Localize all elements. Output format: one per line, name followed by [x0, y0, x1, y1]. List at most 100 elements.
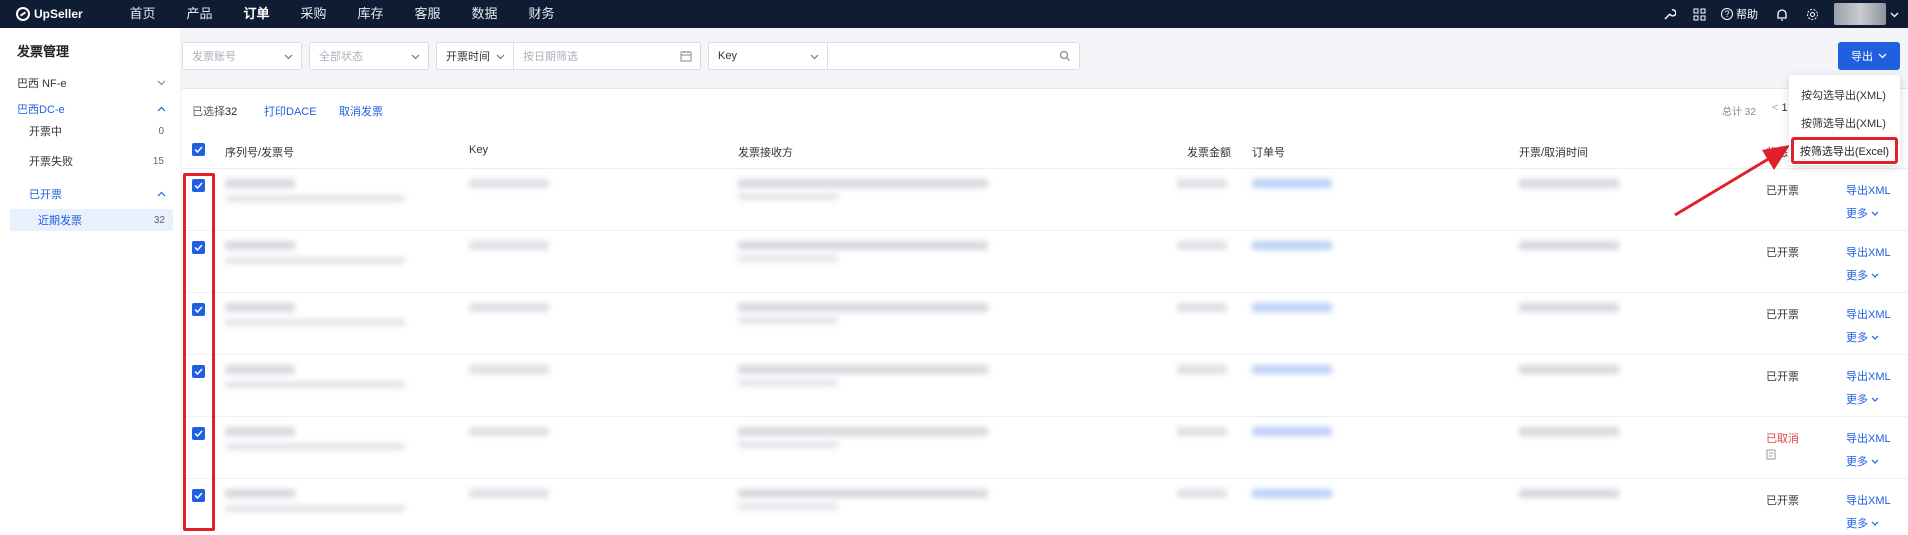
chevron-down-icon: [1871, 331, 1879, 343]
search-input[interactable]: [827, 42, 1080, 70]
redacted-serial: [225, 365, 295, 374]
sidebar-item-recent[interactable]: 近期发票 32: [10, 209, 173, 231]
key-type-select[interactable]: Key: [708, 42, 828, 70]
nav-item-orders[interactable]: 订单: [228, 0, 285, 28]
search-icon[interactable]: [1059, 50, 1071, 65]
nav-item-purchase[interactable]: 采购: [285, 0, 342, 28]
redacted-key: [469, 489, 549, 498]
menu-item-export-selected-xml[interactable]: 按勾选导出(XML): [1801, 87, 1886, 103]
chevron-up-icon: [157, 188, 166, 200]
invoice-account-select[interactable]: 发票账号: [182, 42, 302, 70]
chevron-down-icon: [284, 51, 293, 63]
table-row: 已取消 导出XML 更多: [182, 417, 1908, 479]
sidebar-group-dce[interactable]: 巴西DC-e: [0, 98, 180, 120]
redacted-invoice-number: [225, 319, 405, 326]
main-nav: 首页 产品 订单 采购 库存 客服 数据 财务: [114, 0, 570, 28]
note-icon[interactable]: [1766, 449, 1776, 463]
menu-item-export-filtered-excel[interactable]: 按筛选导出(Excel): [1791, 137, 1898, 164]
menu-item-export-filtered-xml[interactable]: 按筛选导出(XML): [1801, 115, 1886, 131]
export-xml-link[interactable]: 导出XML: [1846, 182, 1891, 198]
select-all-checkbox[interactable]: [192, 143, 205, 156]
redacted-receiver-detail: [738, 317, 838, 324]
select-placeholder: 发票账号: [192, 51, 236, 63]
redacted-time: [1519, 303, 1619, 312]
redacted-order-link[interactable]: [1252, 489, 1332, 498]
redacted-receiver: [738, 303, 988, 312]
table-row: 已开票 导出XML 更多: [182, 479, 1908, 535]
nav-item-finance[interactable]: 财务: [513, 0, 570, 28]
select-value: 开票时间: [446, 51, 490, 63]
redacted-amount: [1177, 365, 1227, 374]
cancel-invoice-button[interactable]: 取消发票: [339, 103, 383, 119]
nav-item-service[interactable]: 客服: [399, 0, 456, 28]
redacted-invoice-number: [225, 505, 405, 512]
wrench-icon[interactable]: [1661, 6, 1677, 22]
export-xml-link[interactable]: 导出XML: [1846, 492, 1891, 508]
export-xml-link[interactable]: 导出XML: [1846, 244, 1891, 260]
time-type-select[interactable]: 开票时间: [436, 42, 514, 70]
redacted-serial: [225, 179, 295, 188]
redacted-order-link[interactable]: [1252, 303, 1332, 312]
sidebar-item-count: 32: [153, 214, 165, 226]
redacted-order-link[interactable]: [1252, 427, 1332, 436]
more-actions-button[interactable]: 更多: [1846, 205, 1879, 221]
redacted-key: [469, 303, 549, 312]
redacted-order-link[interactable]: [1252, 179, 1332, 188]
redacted-invoice-number: [225, 195, 405, 202]
brand-logo[interactable]: UpSeller: [16, 7, 114, 21]
sidebar-item-failed[interactable]: 开票失败 15: [0, 150, 180, 172]
redacted-receiver: [738, 427, 988, 436]
chevron-down-icon: [810, 51, 819, 63]
question-icon: ?: [1721, 8, 1733, 20]
apps-grid-icon[interactable]: [1691, 6, 1707, 22]
table-row: 已开票 导出XML 更多: [182, 169, 1908, 231]
more-actions-button[interactable]: 更多: [1846, 391, 1879, 407]
more-actions-button[interactable]: 更多: [1846, 329, 1879, 345]
sidebar: 发票管理 巴西 NF-e 巴西DC-e 开票中 0 开票失败 15 已开票 近期…: [0, 28, 180, 535]
redacted-order-link[interactable]: [1252, 365, 1332, 374]
sidebar-group-issued[interactable]: 已开票: [0, 183, 180, 205]
export-xml-link[interactable]: 导出XML: [1846, 306, 1891, 322]
sidebar-group-label: 巴西 NF-e: [17, 78, 67, 90]
sidebar-item-issuing[interactable]: 开票中 0: [0, 120, 180, 142]
print-dace-button[interactable]: 打印DACE: [264, 103, 317, 119]
export-button[interactable]: 导出: [1838, 42, 1900, 70]
redacted-time: [1519, 365, 1619, 374]
gear-icon[interactable]: [1804, 6, 1820, 22]
redacted-invoice-number: [225, 381, 405, 388]
nav-item-data[interactable]: 数据: [456, 0, 513, 28]
export-xml-link[interactable]: 导出XML: [1846, 430, 1891, 446]
avatar[interactable]: [1834, 3, 1886, 25]
redacted-receiver: [738, 179, 988, 188]
sidebar-group-nfe[interactable]: 巴西 NF-e: [0, 72, 180, 94]
redacted-receiver: [738, 365, 988, 374]
nav-item-products[interactable]: 产品: [171, 0, 228, 28]
redacted-amount: [1177, 241, 1227, 250]
chevron-down-icon: [1871, 393, 1879, 405]
help-button[interactable]: ? 帮助: [1721, 6, 1758, 22]
more-label: 更多: [1846, 270, 1868, 282]
chevron-down-icon[interactable]: [1890, 7, 1902, 21]
pagination[interactable]: < 1: [1772, 102, 1788, 114]
redacted-order-link[interactable]: [1252, 241, 1332, 250]
date-range-input[interactable]: 按日期筛选: [513, 42, 701, 70]
export-xml-link[interactable]: 导出XML: [1846, 368, 1891, 384]
nav-item-home[interactable]: 首页: [114, 0, 171, 28]
nav-item-inventory[interactable]: 库存: [342, 0, 399, 28]
total-count: 总计 32: [1722, 107, 1756, 118]
more-actions-button[interactable]: 更多: [1846, 453, 1879, 469]
status-select[interactable]: 全部状态: [309, 42, 429, 70]
bell-icon[interactable]: [1774, 6, 1790, 22]
more-actions-button[interactable]: 更多: [1846, 267, 1879, 283]
selected-count: 已选择32: [192, 106, 238, 118]
sidebar-item-label: 开票失败: [29, 156, 73, 168]
table-row: 已开票 导出XML 更多: [182, 293, 1908, 355]
redacted-receiver-detail: [738, 441, 838, 448]
table-row: 已开票 导出XML 更多: [182, 355, 1908, 417]
input-placeholder: 按日期筛选: [523, 51, 578, 63]
more-actions-button[interactable]: 更多: [1846, 515, 1879, 531]
calendar-icon: [680, 50, 692, 65]
more-label: 更多: [1846, 208, 1868, 220]
help-label: 帮助: [1736, 9, 1758, 21]
redacted-serial: [225, 489, 295, 498]
